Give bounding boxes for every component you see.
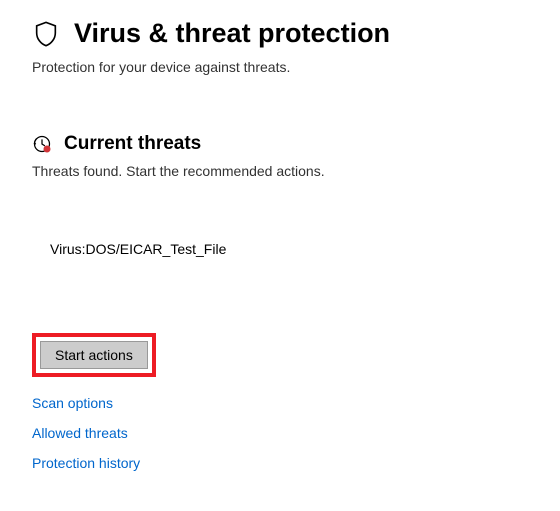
allowed-threats-link[interactable]: Allowed threats — [32, 425, 528, 441]
current-threats-subtitle: Threats found. Start the recommended act… — [32, 163, 528, 179]
page-subtitle: Protection for your device against threa… — [32, 59, 528, 75]
protection-history-link[interactable]: Protection history — [32, 455, 528, 471]
shield-icon — [32, 20, 60, 48]
threat-clock-icon — [32, 134, 52, 154]
page-title: Virus & threat protection — [74, 18, 390, 49]
scan-options-link[interactable]: Scan options — [32, 395, 528, 411]
current-threats-header: Current threats — [32, 133, 528, 155]
threat-item[interactable]: Virus:DOS/EICAR_Test_File — [32, 241, 528, 257]
page-header: Virus & threat protection — [32, 18, 528, 49]
start-actions-highlight: Start actions — [32, 333, 156, 377]
start-actions-button[interactable]: Start actions — [40, 341, 148, 369]
current-threats-title: Current threats — [64, 133, 201, 155]
